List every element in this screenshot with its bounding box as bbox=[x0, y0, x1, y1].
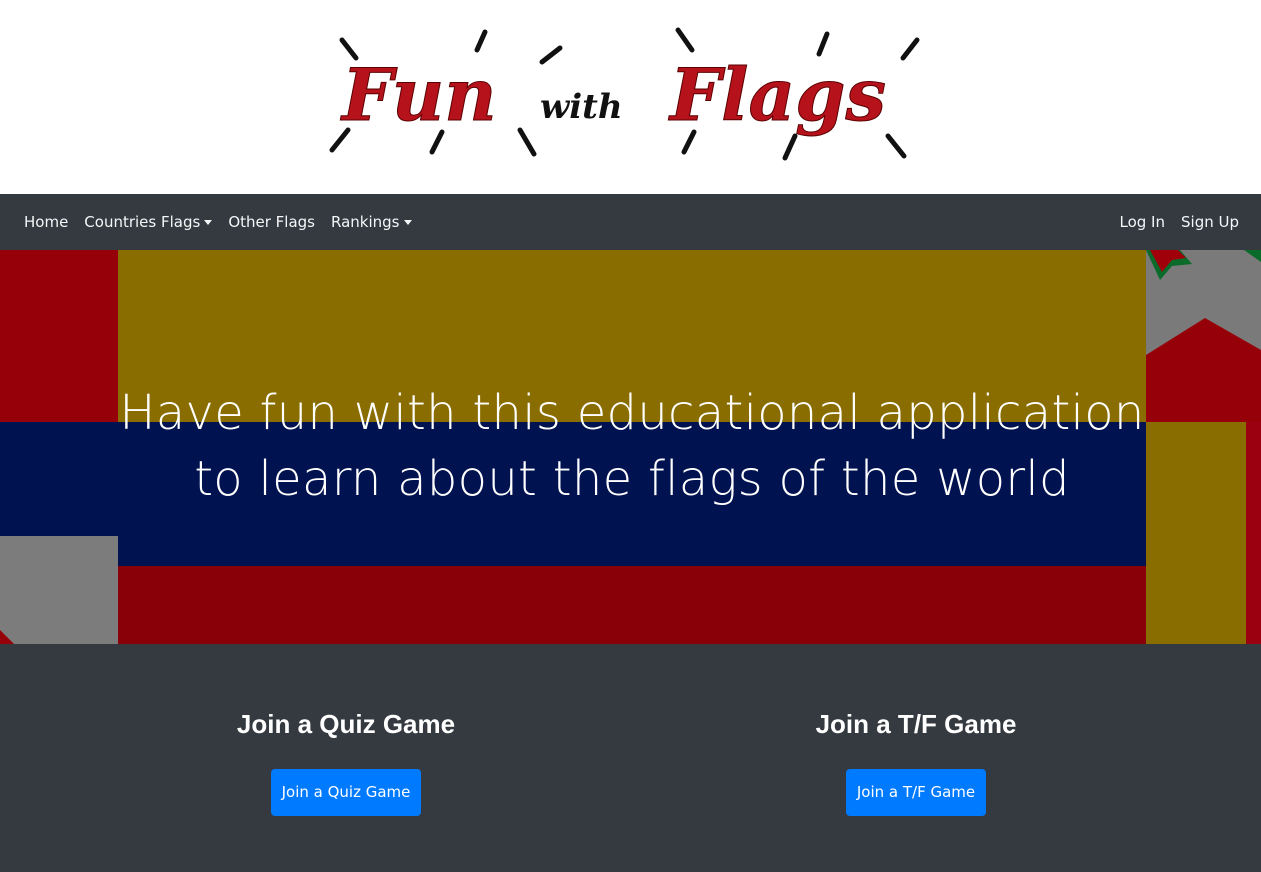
nav-countries-flags-dropdown[interactable]: Countries Flags bbox=[84, 213, 213, 231]
tf-game-heading: Join a T/F Game bbox=[815, 709, 1017, 739]
nav-home-link[interactable]: Home bbox=[24, 213, 68, 231]
nav-rankings-label: Rankings bbox=[331, 213, 400, 231]
quiz-game-column: Join a Quiz Game Join a Quiz Game bbox=[46, 644, 646, 816]
tf-game-column: Join a T/F Game Join a T/F Game bbox=[616, 644, 1216, 816]
logo-word-fun: Fun bbox=[340, 52, 497, 137]
caret-down-icon bbox=[204, 219, 213, 225]
fun-with-flags-logo[interactable]: Fun with Flags bbox=[320, 20, 940, 170]
caret-down-icon bbox=[403, 219, 412, 225]
nav-countries-flags-label: Countries Flags bbox=[84, 213, 201, 231]
hero-tagline: Have fun with this educational applicati… bbox=[118, 380, 1146, 512]
join-quiz-game-button[interactable]: Join a Quiz Game bbox=[270, 769, 422, 816]
nav-rankings-dropdown[interactable]: Rankings bbox=[331, 213, 412, 231]
nav-right-group: Log In Sign Up bbox=[1120, 194, 1240, 250]
games-section: Join a Quiz Game Join a Quiz Game Join a… bbox=[0, 644, 1261, 872]
signup-label: Sign Up bbox=[1181, 213, 1239, 231]
nav-home-label: Home bbox=[24, 213, 69, 231]
nav-other-flags-link[interactable]: Other Flags bbox=[228, 213, 315, 231]
login-label: Log In bbox=[1119, 213, 1166, 231]
join-tf-game-button[interactable]: Join a T/F Game bbox=[845, 769, 987, 816]
signup-link[interactable]: Sign Up bbox=[1181, 213, 1239, 231]
hero-line-1: Have fun with this educational applicati… bbox=[119, 385, 1145, 441]
logo-word-with: with bbox=[540, 87, 623, 127]
main-navbar: Home Countries Flags Other Flags Ranking… bbox=[0, 194, 1261, 250]
nav-left-group: Home Countries Flags Other Flags Ranking… bbox=[24, 194, 412, 250]
logo-word-flags: Flags bbox=[668, 52, 886, 137]
hero-line-2: to learn about the flags of the world bbox=[194, 451, 1070, 507]
login-link[interactable]: Log In bbox=[1120, 213, 1166, 231]
hero-banner: Have fun with this educational applicati… bbox=[0, 250, 1261, 644]
logo-header: Fun with Flags bbox=[0, 0, 1261, 194]
nav-other-flags-label: Other Flags bbox=[228, 213, 315, 231]
quiz-game-heading: Join a Quiz Game bbox=[236, 709, 456, 739]
